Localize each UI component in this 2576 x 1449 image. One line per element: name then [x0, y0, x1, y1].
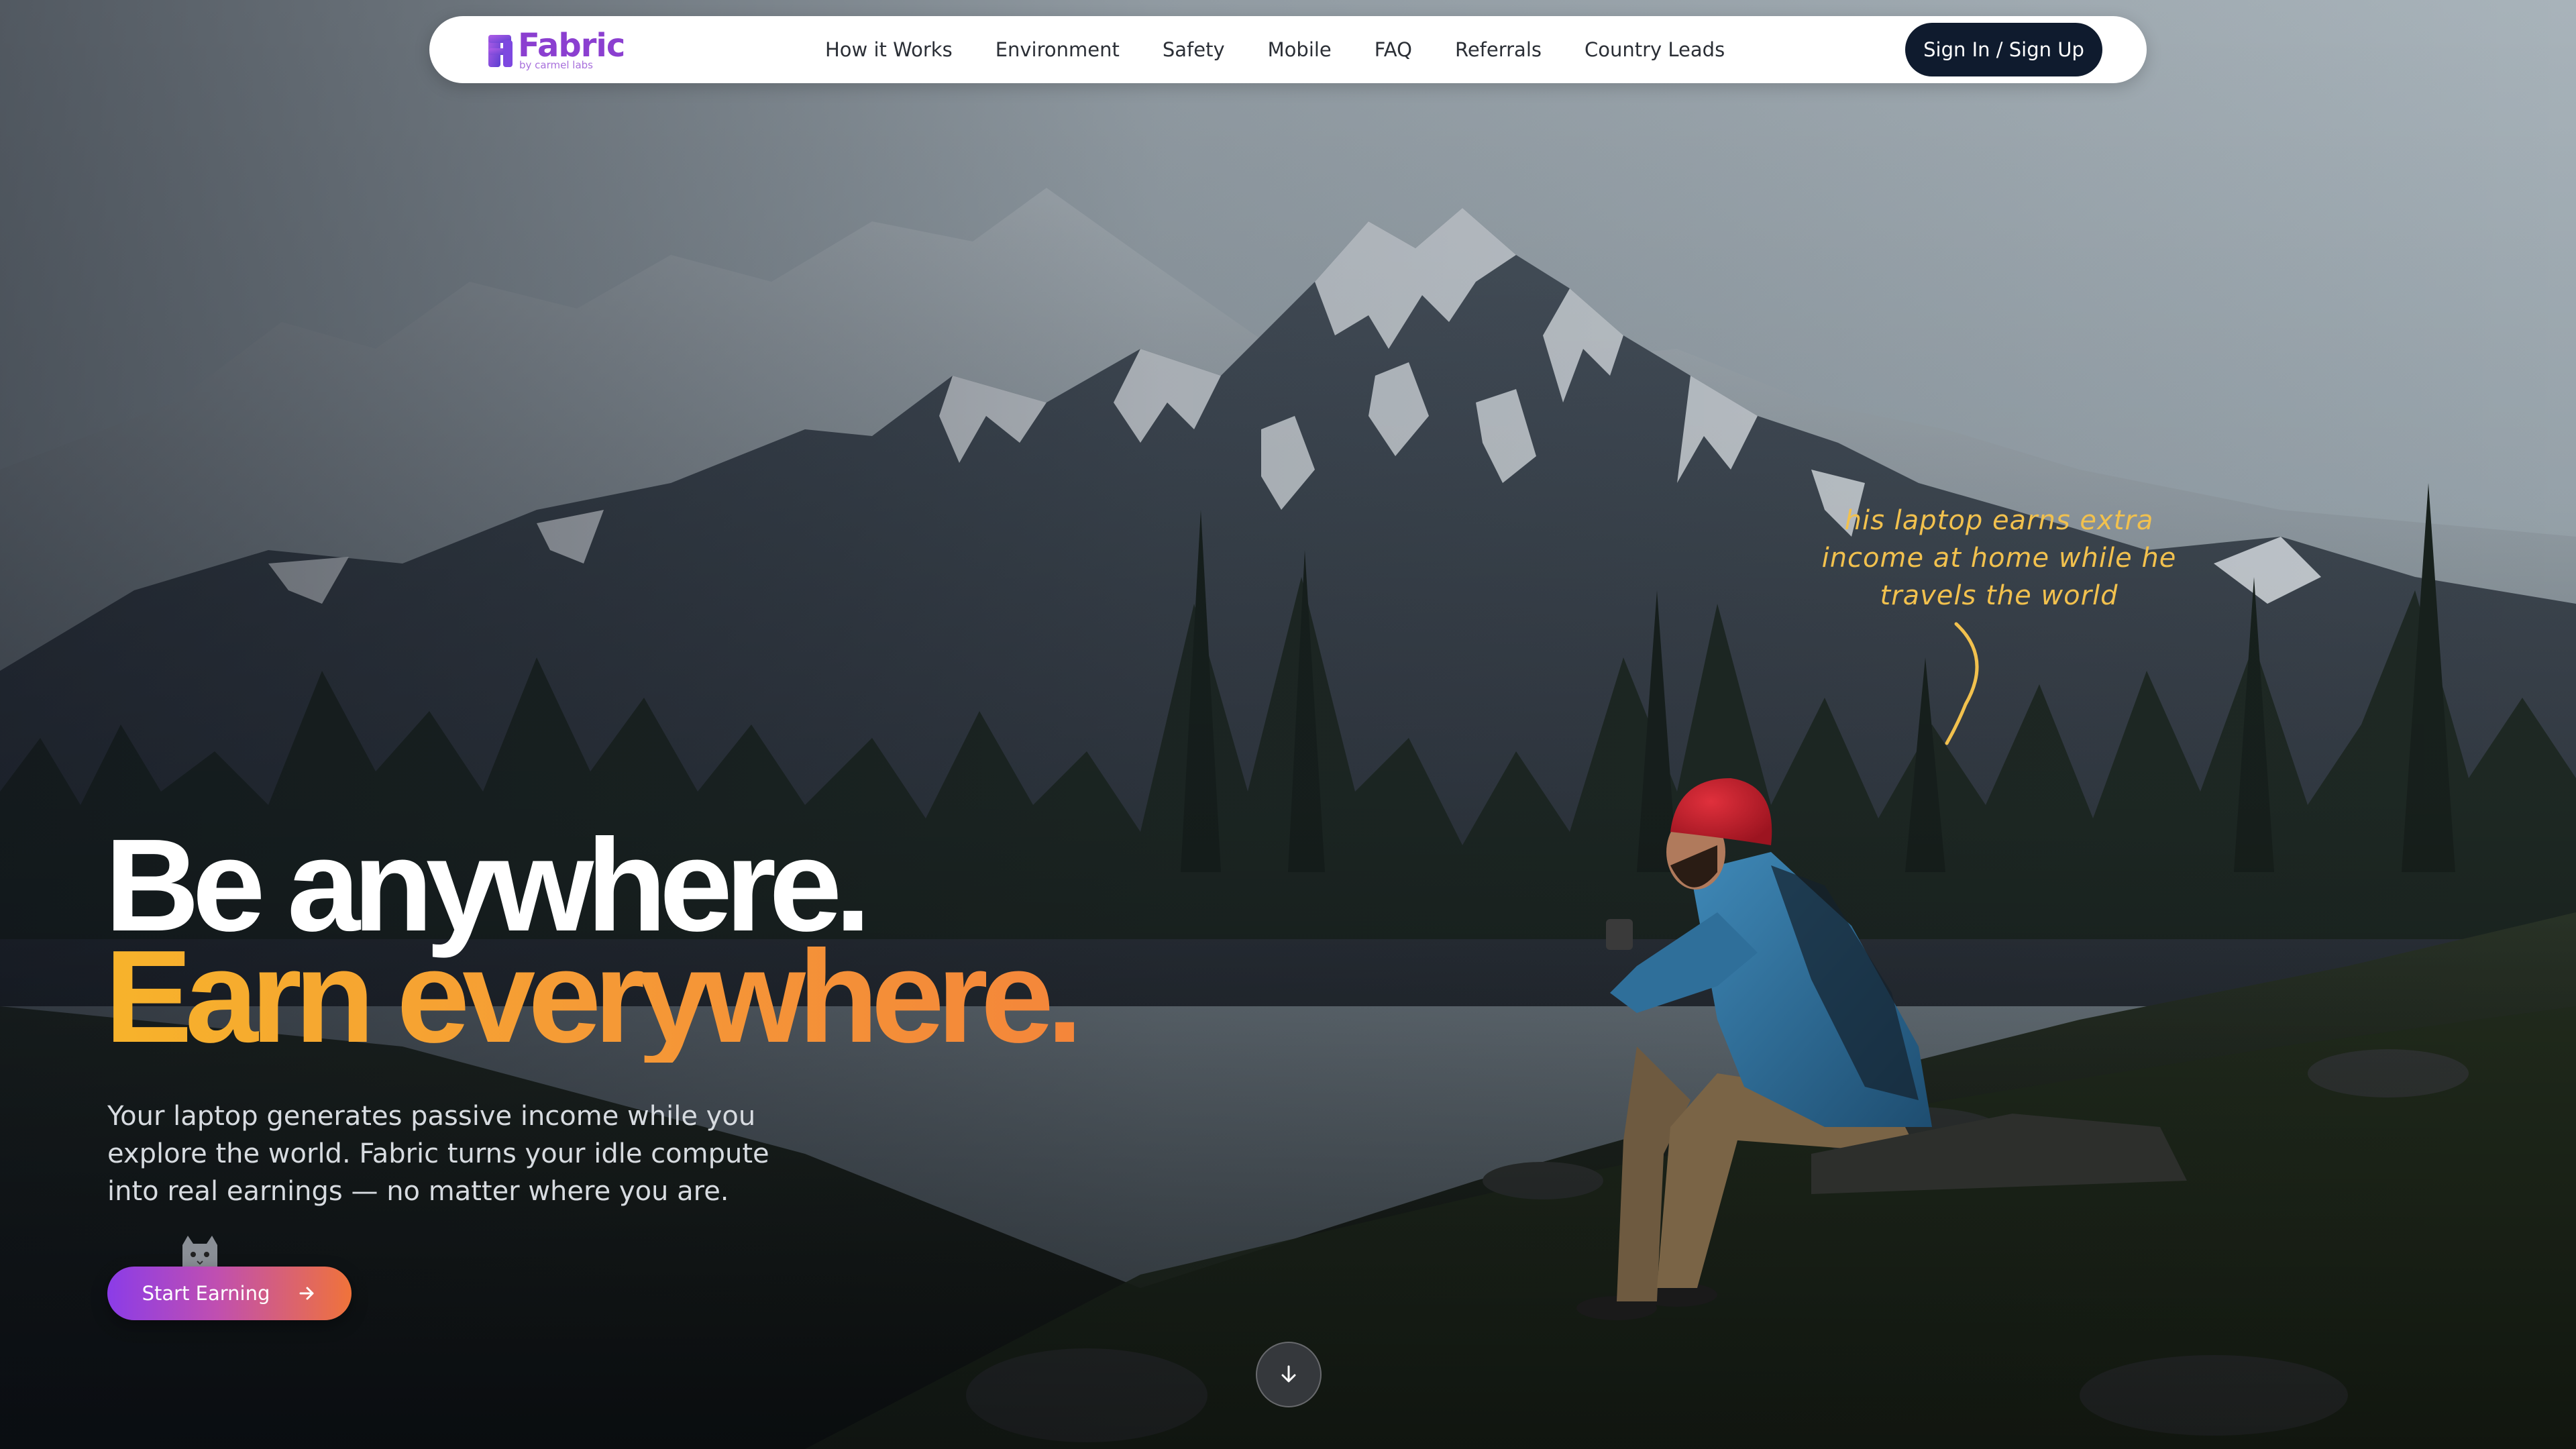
fabric-logo-mark-icon	[488, 35, 513, 67]
start-earning-button[interactable]: Start Earning	[107, 1267, 352, 1320]
arrow-down-icon	[1281, 1365, 1296, 1383]
curved-arrow-icon	[1945, 622, 1979, 745]
nav-links: How it Works Environment Safety Mobile F…	[825, 16, 1768, 83]
nav-link-mobile[interactable]: Mobile	[1268, 38, 1332, 61]
arrow-right-icon	[299, 1287, 314, 1300]
sign-in-sign-up-button[interactable]: Sign In / Sign Up	[1905, 23, 2102, 76]
nav-link-safety[interactable]: Safety	[1163, 38, 1225, 61]
nav-link-country-leads[interactable]: Country Leads	[1585, 38, 1725, 61]
hero-background-photo	[0, 0, 2576, 1449]
annotation-line: travels the world	[1880, 580, 2118, 611]
nav-link-how-it-works[interactable]: How it Works	[825, 38, 953, 61]
hero-headline-line-2: Earn everywhere.	[105, 923, 1083, 1070]
scroll-down-button[interactable]	[1256, 1342, 1322, 1407]
nav-link-faq[interactable]: FAQ	[1375, 38, 1412, 61]
start-earning-label: Start Earning	[142, 1282, 270, 1305]
annotation-line: his laptop earns extra	[1844, 505, 2154, 536]
hero-subtitle: Your laptop generates passive income whi…	[107, 1101, 769, 1207]
top-navigation-bar: Fabric by carmel labs How it Works Envir…	[429, 16, 2147, 83]
cat-peeking-icon	[182, 1236, 217, 1271]
brand-tagline: by carmel labs	[519, 59, 593, 71]
photo-annotation: his laptop earns extra income at home wh…	[1811, 502, 2187, 614]
annotation-line: income at home while he	[1821, 543, 2177, 574]
nav-link-environment[interactable]: Environment	[996, 38, 1120, 61]
fabric-logo[interactable]: Fabric by carmel labs	[486, 27, 625, 71]
nav-link-referrals[interactable]: Referrals	[1455, 38, 1542, 61]
